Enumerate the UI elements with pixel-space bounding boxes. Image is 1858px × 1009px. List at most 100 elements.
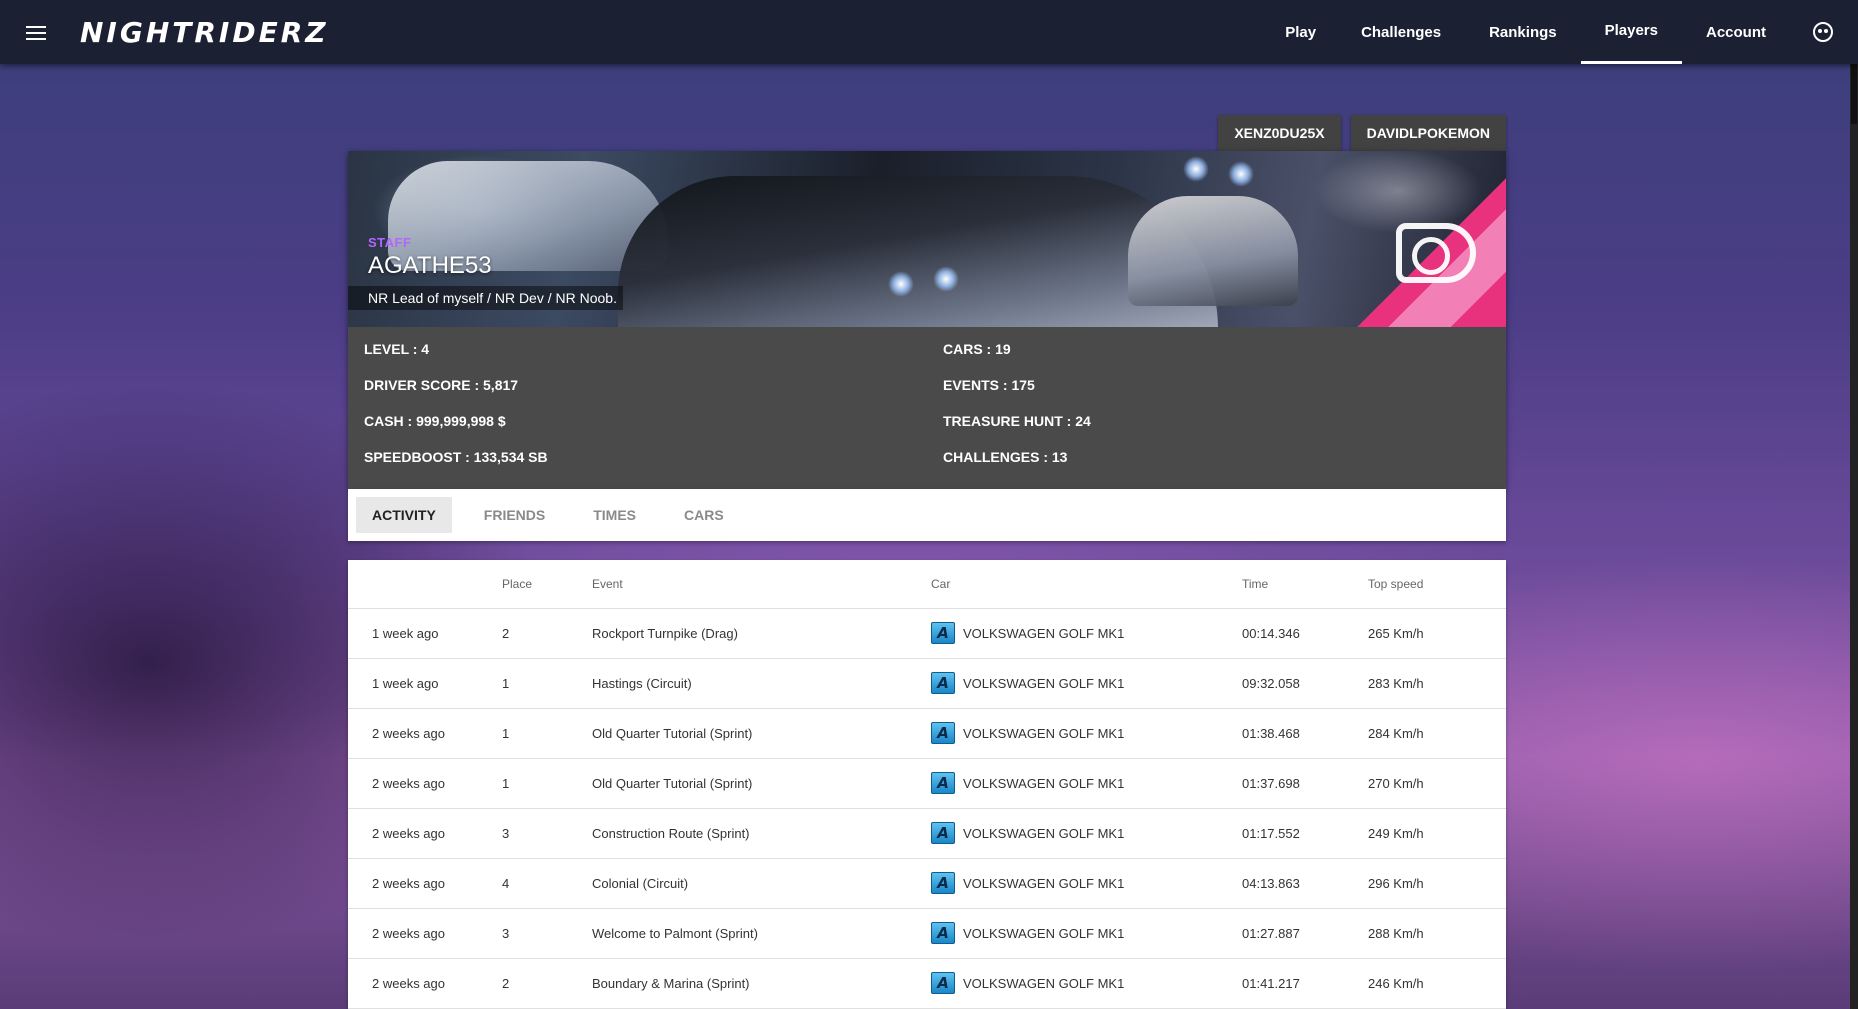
tab-activity[interactable]: ACTIVITY	[356, 497, 452, 533]
player-stats: LEVEL : 4 CARS : 19 DRIVER SCORE : 5,817…	[348, 327, 1506, 489]
stat-challenges: CHALLENGES : 13	[943, 449, 1068, 465]
row-top-speed: 284 Km/h	[1368, 708, 1506, 759]
police-light-glow	[1183, 156, 1209, 182]
row-car[interactable]: A VOLKSWAGEN GOLF MK1	[931, 808, 1242, 859]
scrollbar-thumb[interactable]	[1851, 64, 1857, 124]
row-car[interactable]: A VOLKSWAGEN GOLF MK1	[931, 758, 1242, 809]
profile-banner: STAFF AGATHE53 NR Lead of myself / NR De…	[348, 151, 1506, 327]
table-row[interactable]: 1 week ago 2 Rockport Turnpike (Drag) A …	[348, 608, 1506, 659]
row-event[interactable]: Rockport Turnpike (Drag)	[592, 608, 931, 659]
row-car[interactable]: A VOLKSWAGEN GOLF MK1	[931, 858, 1242, 909]
table-row[interactable]: 2 weeks ago 1 Old Quarter Tutorial (Spri…	[348, 708, 1506, 759]
row-place: 1	[502, 658, 592, 709]
row-event[interactable]: Colonial (Circuit)	[592, 858, 931, 909]
stat-driver-score: DRIVER SCORE : 5,817	[364, 377, 519, 393]
row-when: 1 week ago	[348, 608, 502, 659]
row-time: 01:38.468	[1242, 708, 1368, 759]
tab-cars[interactable]: CARS	[668, 497, 740, 533]
profile-tab-davidlpokemon[interactable]: DAVIDLPOKEMON	[1350, 115, 1506, 151]
nav-challenges[interactable]: Challenges	[1337, 0, 1465, 64]
row-top-speed: 249 Km/h	[1368, 808, 1506, 859]
tab-times[interactable]: TIMES	[577, 497, 652, 533]
profile-tab-xenz0du25x[interactable]: XENZ0DU25X	[1218, 115, 1341, 151]
row-car[interactable]: A VOLKSWAGEN GOLF MK1	[931, 608, 1242, 659]
player-name: AGATHE53	[368, 252, 492, 279]
table-row[interactable]: 2 weeks ago 1 Old Quarter Tutorial (Spri…	[348, 758, 1506, 809]
stat-speedboost: SPEEDBOOST : 133,534 SB	[364, 449, 548, 465]
row-when: 2 weeks ago	[348, 758, 502, 809]
crew-logo-icon	[1396, 223, 1476, 283]
row-when: 2 weeks ago	[348, 908, 502, 959]
row-car[interactable]: A VOLKSWAGEN GOLF MK1	[931, 658, 1242, 709]
headlight-glow	[933, 266, 959, 292]
row-car[interactable]: A VOLKSWAGEN GOLF MK1	[931, 958, 1242, 1009]
page-scrollbar[interactable]	[1850, 64, 1858, 1009]
role-badge: STAFF	[368, 235, 412, 250]
row-event[interactable]: Boundary & Marina (Sprint)	[592, 958, 931, 1009]
row-when: 1 week ago	[348, 658, 502, 709]
row-top-speed: 288 Km/h	[1368, 908, 1506, 959]
row-event[interactable]: Old Quarter Tutorial (Sprint)	[592, 758, 931, 809]
row-when: 2 weeks ago	[348, 958, 502, 1009]
class-a-icon: A	[931, 672, 955, 694]
table-row[interactable]: 2 weeks ago 3 Welcome to Palmont (Sprint…	[348, 908, 1506, 959]
row-place: 2	[502, 608, 592, 659]
row-time: 01:27.887	[1242, 908, 1368, 959]
nav-account[interactable]: Account	[1682, 0, 1790, 64]
row-when: 2 weeks ago	[348, 708, 502, 759]
row-event[interactable]: Construction Route (Sprint)	[592, 808, 931, 859]
main-nav: Play Challenges Rankings Players Account	[1264, 0, 1790, 64]
row-car[interactable]: A VOLKSWAGEN GOLF MK1	[931, 708, 1242, 759]
row-event[interactable]: Welcome to Palmont (Sprint)	[592, 908, 931, 959]
headlight-glow	[888, 271, 914, 297]
table-row[interactable]: 2 weeks ago 2 Boundary & Marina (Sprint)…	[348, 958, 1506, 1009]
table-row[interactable]: 2 weeks ago 3 Construction Route (Sprint…	[348, 808, 1506, 859]
col-time[interactable]: Time	[1242, 560, 1368, 609]
row-top-speed: 270 Km/h	[1368, 758, 1506, 809]
row-car-name: VOLKSWAGEN GOLF MK1	[963, 725, 1125, 741]
class-a-icon: A	[931, 622, 955, 644]
profile-tabs-bar: ACTIVITY FRIENDS TIMES CARS	[348, 489, 1506, 541]
row-time: 01:41.217	[1242, 958, 1368, 1009]
col-event[interactable]: Event	[592, 560, 931, 609]
class-a-icon: A	[931, 872, 955, 894]
row-car[interactable]: A VOLKSWAGEN GOLF MK1	[931, 908, 1242, 959]
row-when: 2 weeks ago	[348, 858, 502, 909]
stat-cash: CASH : 999,999,998 $	[364, 413, 506, 429]
activity-rows: 1 week ago 2 Rockport Turnpike (Drag) A …	[348, 608, 1506, 1009]
police-light-glow	[1228, 161, 1254, 187]
banner-car-silver	[1128, 196, 1298, 306]
row-place: 3	[502, 908, 592, 959]
player-identity: STAFF AGATHE53 NR Lead of myself / NR De…	[348, 235, 623, 310]
row-place: 2	[502, 958, 592, 1009]
col-place[interactable]: Place	[502, 560, 592, 609]
col-top-speed[interactable]: Top speed	[1368, 560, 1506, 609]
row-car-name: VOLKSWAGEN GOLF MK1	[963, 875, 1125, 891]
player-motto: NR Lead of myself / NR Dev / NR Noob.	[348, 286, 623, 310]
nav-play[interactable]: Play	[1264, 0, 1337, 64]
class-a-icon: A	[931, 922, 955, 944]
player-profile-card: STAFF AGATHE53 NR Lead of myself / NR De…	[348, 151, 1506, 489]
row-event[interactable]: Old Quarter Tutorial (Sprint)	[592, 708, 931, 759]
row-place: 4	[502, 858, 592, 909]
app-logo[interactable]: NIGHTRIDERZ	[80, 16, 329, 49]
col-car[interactable]: Car	[931, 560, 1242, 609]
avatar-icon[interactable]	[1813, 22, 1833, 42]
row-when: 2 weeks ago	[348, 808, 502, 859]
nav-players[interactable]: Players	[1580, 0, 1682, 64]
row-event[interactable]: Hastings (Circuit)	[592, 658, 931, 709]
table-row[interactable]: 2 weeks ago 4 Colonial (Circuit) A VOLKS…	[348, 858, 1506, 909]
stat-cars: CARS : 19	[943, 341, 1011, 357]
table-row[interactable]: 1 week ago 1 Hastings (Circuit) A VOLKSW…	[348, 658, 1506, 709]
nav-rankings[interactable]: Rankings	[1465, 0, 1581, 64]
tab-friends[interactable]: FRIENDS	[468, 497, 561, 533]
menu-icon[interactable]	[26, 26, 46, 40]
row-top-speed: 296 Km/h	[1368, 858, 1506, 909]
row-car-name: VOLKSWAGEN GOLF MK1	[963, 975, 1125, 991]
class-a-icon: A	[931, 972, 955, 994]
row-car-name: VOLKSWAGEN GOLF MK1	[963, 925, 1125, 941]
stat-treasure-hunt: TREASURE HUNT : 24	[943, 413, 1091, 429]
row-place: 1	[502, 758, 592, 809]
row-time: 01:17.552	[1242, 808, 1368, 859]
row-car-name: VOLKSWAGEN GOLF MK1	[963, 675, 1125, 691]
